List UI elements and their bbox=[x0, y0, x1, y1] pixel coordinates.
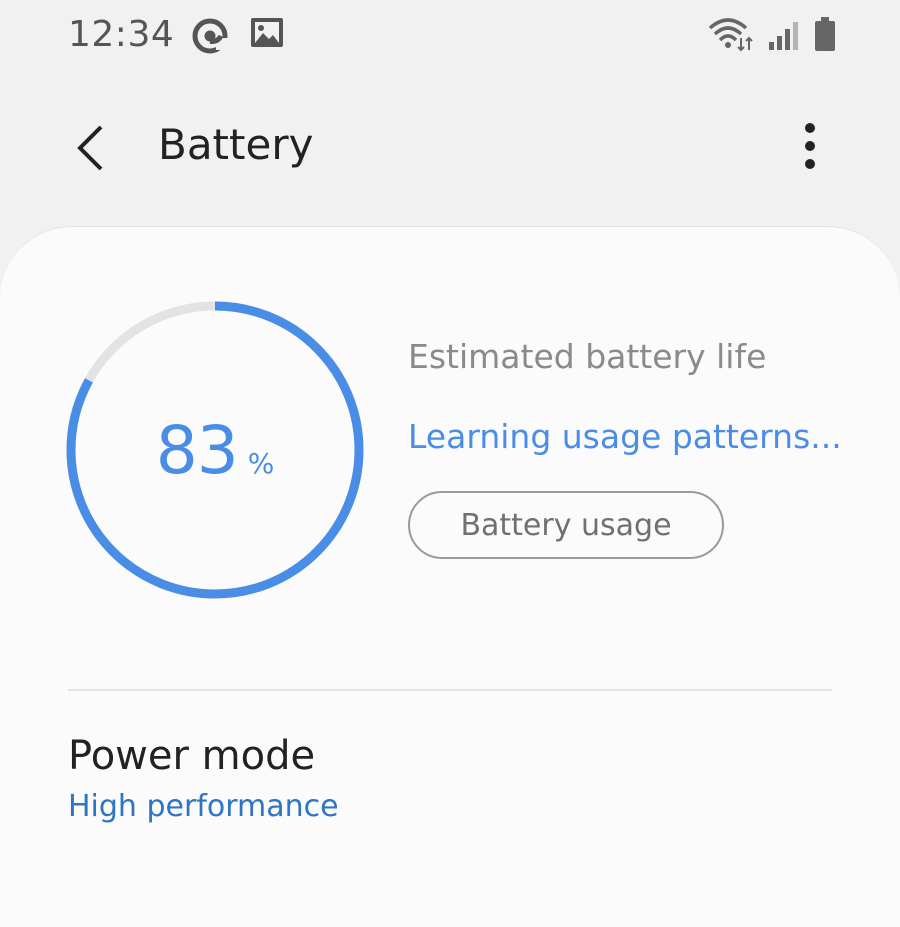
status-bar: 12:34 bbox=[0, 0, 900, 76]
status-notification-icons bbox=[190, 16, 284, 60]
battery-level-value: 83 bbox=[155, 411, 239, 489]
power-mode-item[interactable]: Power mode High performance bbox=[68, 733, 832, 824]
cell-signal-icon bbox=[768, 20, 800, 56]
at-notification-icon bbox=[190, 16, 230, 60]
gallery-image-icon bbox=[250, 16, 284, 60]
chevron-left-icon bbox=[73, 124, 107, 176]
wifi-icon bbox=[708, 16, 754, 56]
page-title: Battery bbox=[158, 120, 314, 169]
power-mode-value: High performance bbox=[68, 789, 339, 824]
status-system-icons bbox=[708, 16, 836, 56]
more-vertical-icon bbox=[804, 122, 816, 174]
estimated-life-label: Estimated battery life bbox=[408, 337, 767, 376]
divider bbox=[68, 689, 832, 691]
battery-level-label: 83 % bbox=[62, 297, 368, 603]
more-options-button[interactable] bbox=[780, 118, 840, 178]
power-mode-title: Power mode bbox=[68, 733, 316, 779]
status-time: 12:34 bbox=[68, 14, 175, 55]
battery-icon bbox=[814, 16, 836, 56]
back-button[interactable] bbox=[60, 120, 120, 180]
battery-level-unit: % bbox=[247, 446, 275, 480]
battery-card: 83 % Estimated battery life Learning usa… bbox=[0, 226, 900, 927]
estimated-life-status: Learning usage patterns... bbox=[408, 417, 842, 456]
battery-usage-button[interactable]: Battery usage bbox=[408, 491, 724, 559]
app-bar: Battery bbox=[0, 100, 900, 200]
battery-level-gauge: 83 % bbox=[62, 297, 368, 603]
